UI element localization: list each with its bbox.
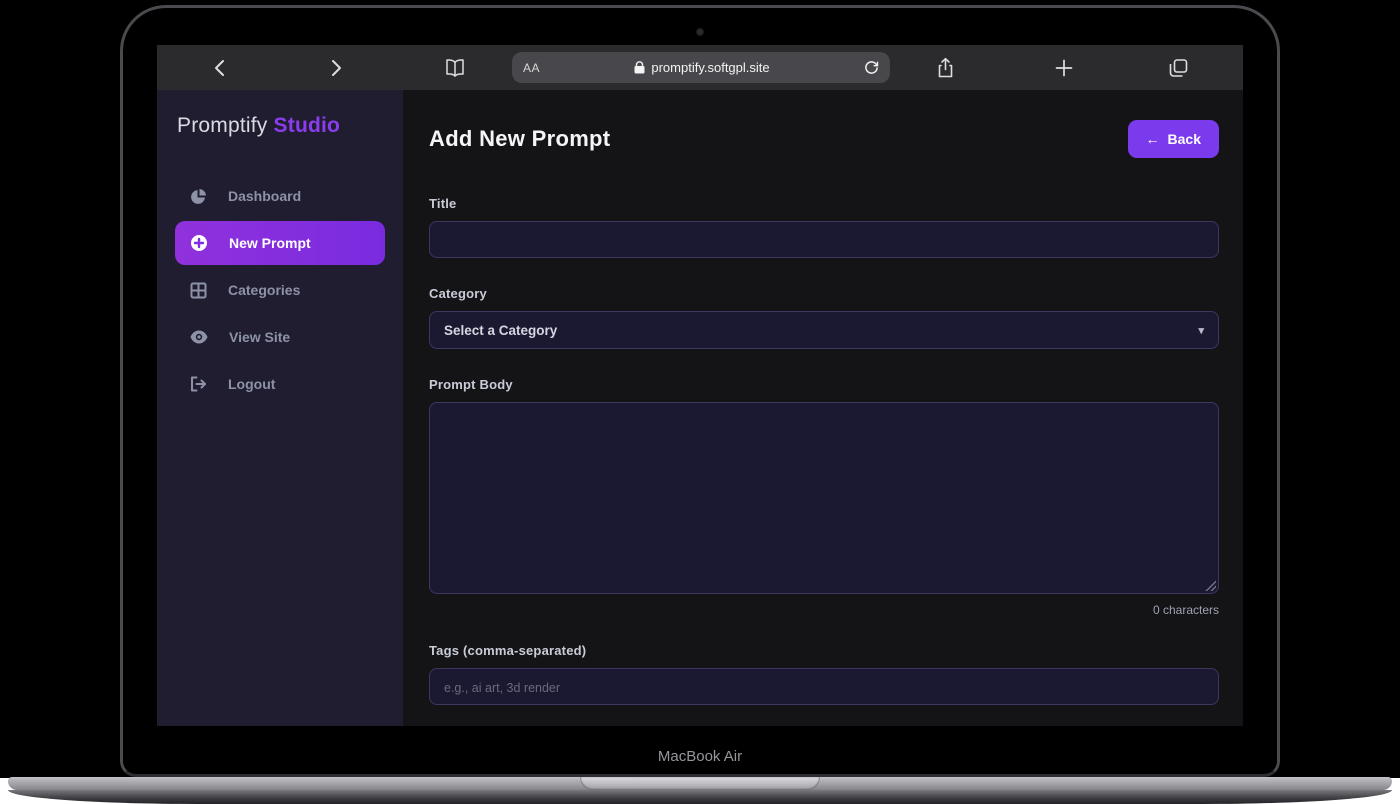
sidebar: Promptify Studio Dashboard bbox=[157, 90, 403, 726]
lock-icon bbox=[634, 61, 645, 74]
browser-toolbar: AA promptify.softgpl.site bbox=[157, 45, 1243, 90]
sidebar-item-label: New Prompt bbox=[229, 235, 311, 251]
textarea-wrap bbox=[429, 402, 1219, 594]
url-display: promptify.softgpl.site bbox=[540, 60, 864, 75]
category-label: Category bbox=[429, 286, 1219, 301]
title-label: Title bbox=[429, 196, 1219, 211]
main-header: Add New Prompt ← Back bbox=[429, 120, 1219, 158]
category-selected-value: Select a Category bbox=[444, 323, 557, 338]
sidebar-item-label: Dashboard bbox=[228, 188, 301, 204]
category-select[interactable]: Select a Category ▾ bbox=[429, 311, 1219, 349]
forward-nav-icon[interactable] bbox=[329, 58, 343, 78]
sidebar-item-dashboard[interactable]: Dashboard bbox=[175, 174, 385, 218]
sidebar-item-label: Categories bbox=[228, 282, 300, 298]
back-button[interactable]: ← Back bbox=[1128, 120, 1219, 158]
title-field-group: Title bbox=[429, 196, 1219, 258]
body-field-group: Prompt Body 0 characters bbox=[429, 377, 1219, 617]
laptop-screen: AA promptify.softgpl.site bbox=[157, 45, 1243, 726]
back-nav-icon[interactable] bbox=[213, 58, 227, 78]
address-bar[interactable]: AA promptify.softgpl.site bbox=[512, 52, 890, 83]
grid-icon bbox=[190, 282, 207, 299]
device-label: MacBook Air bbox=[123, 748, 1277, 765]
title-input[interactable] bbox=[429, 221, 1219, 258]
category-field-group: Category Select a Category ▾ bbox=[429, 286, 1219, 349]
page-title: Add New Prompt bbox=[429, 126, 610, 152]
laptop-base-bottom bbox=[8, 790, 1392, 804]
back-arrow-icon: ← bbox=[1146, 131, 1160, 147]
reader-mode-button[interactable]: AA bbox=[523, 61, 540, 75]
character-counter: 0 characters bbox=[429, 603, 1219, 617]
prompt-body-textarea[interactable] bbox=[429, 402, 1219, 594]
tabs-overview-icon[interactable] bbox=[1169, 58, 1188, 77]
sidebar-item-categories[interactable]: Categories bbox=[175, 268, 385, 312]
sidebar-item-logout[interactable]: Logout bbox=[175, 362, 385, 406]
laptop-base-notch bbox=[580, 777, 820, 790]
tags-input[interactable] bbox=[429, 668, 1219, 705]
share-icon[interactable] bbox=[937, 57, 954, 78]
prompt-body-label: Prompt Body bbox=[429, 377, 1219, 392]
plus-circle-icon bbox=[190, 234, 208, 252]
laptop-lid: AA promptify.softgpl.site bbox=[120, 5, 1280, 777]
main-panel: Add New Prompt ← Back Title Category bbox=[403, 90, 1243, 726]
tags-field-group: Tags (comma-separated) bbox=[429, 643, 1219, 705]
eye-icon bbox=[190, 330, 208, 344]
url-text: promptify.softgpl.site bbox=[651, 60, 769, 75]
sidebar-item-label: View Site bbox=[229, 329, 290, 345]
add-prompt-form: Title Category Select a Category ▾ Promp… bbox=[429, 196, 1219, 705]
bookmarks-icon[interactable] bbox=[445, 59, 465, 77]
app-content: Promptify Studio Dashboard bbox=[157, 90, 1243, 726]
sidebar-item-new-prompt[interactable]: New Prompt bbox=[175, 221, 385, 265]
page: AA promptify.softgpl.site bbox=[0, 0, 1400, 804]
sidebar-item-view-site[interactable]: View Site bbox=[175, 315, 385, 359]
sidebar-item-label: Logout bbox=[228, 376, 275, 392]
new-tab-icon[interactable] bbox=[1055, 59, 1073, 77]
brand-logo: Promptify Studio bbox=[175, 114, 385, 138]
chevron-down-icon: ▾ bbox=[1198, 324, 1204, 337]
webcam-dot bbox=[696, 28, 704, 36]
brand-name: Promptify bbox=[177, 114, 268, 137]
sidebar-nav: Dashboard New Prompt bbox=[175, 174, 385, 406]
back-button-label: Back bbox=[1168, 131, 1201, 147]
logout-icon bbox=[190, 376, 207, 392]
reload-icon[interactable] bbox=[864, 60, 879, 76]
brand-accent: Studio bbox=[274, 114, 341, 137]
pie-chart-icon bbox=[190, 188, 207, 205]
tags-label: Tags (comma-separated) bbox=[429, 643, 1219, 658]
